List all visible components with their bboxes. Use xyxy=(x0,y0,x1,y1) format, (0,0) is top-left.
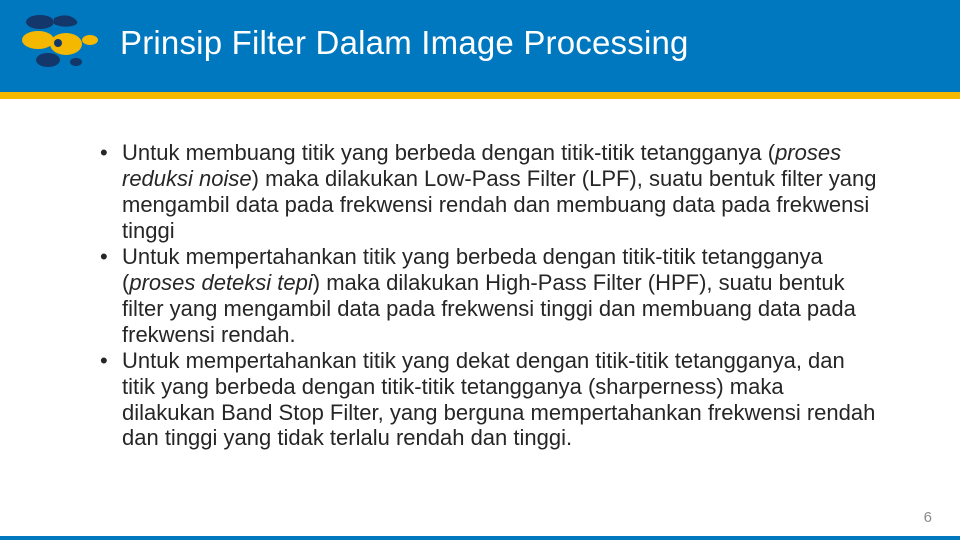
accent-bar xyxy=(0,92,960,99)
logo-icon xyxy=(18,10,102,76)
slide-title: Prinsip Filter Dalam Image Processing xyxy=(120,24,689,62)
list-item: Untuk mempertahankan titik yang dekat de… xyxy=(100,348,880,452)
page-number: 6 xyxy=(924,509,932,526)
content-area: Untuk membuang titik yang berbeda dengan… xyxy=(100,140,880,451)
bullet-text-pre: Untuk mempertahankan titik yang dekat de… xyxy=(122,348,875,451)
bullet-text-pre: Untuk membuang titik yang berbeda dengan… xyxy=(122,140,775,165)
bullet-list: Untuk membuang titik yang berbeda dengan… xyxy=(100,140,880,451)
slide: Prinsip Filter Dalam Image Processing Un… xyxy=(0,0,960,540)
list-item: Untuk membuang titik yang berbeda dengan… xyxy=(100,140,880,244)
footer-line xyxy=(0,536,960,540)
list-item: Untuk mempertahankan titik yang berbeda … xyxy=(100,244,880,348)
bullet-text-italic: proses deteksi tepi xyxy=(129,270,312,295)
